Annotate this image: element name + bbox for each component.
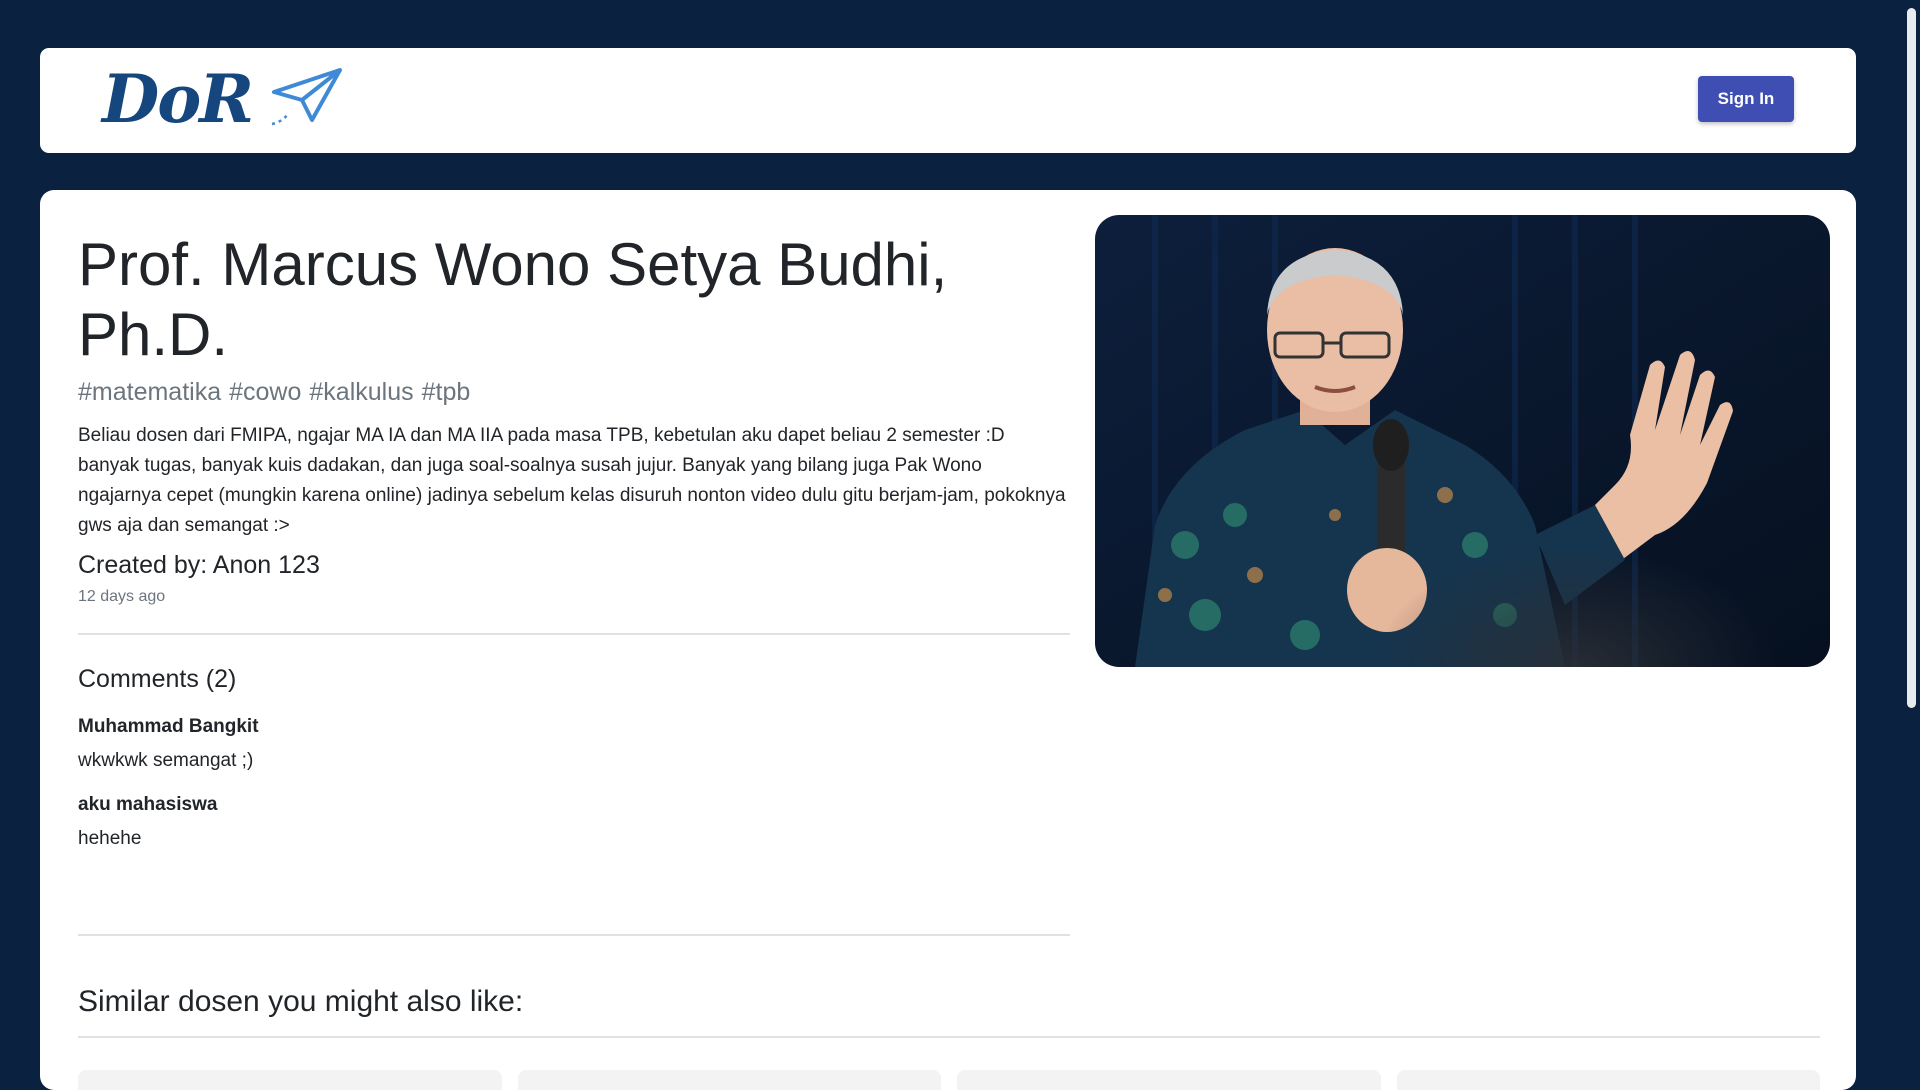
comment-text: wkwkwk semangat ;) <box>78 750 254 771</box>
dosen-photo <box>1095 215 1830 667</box>
page-scrollbar[interactable] <box>1902 0 1920 1080</box>
dosen-info: Prof. Marcus Wono Setya Budhi, Ph.D. #ma… <box>78 230 1068 606</box>
sign-in-button[interactable]: Sign In <box>1698 76 1794 122</box>
timestamp: 12 days ago <box>78 588 166 605</box>
scrollbar-thumb[interactable] <box>1907 8 1916 708</box>
logo-text: DoR <box>102 60 254 138</box>
divider <box>78 633 1070 635</box>
dosen-detail-card: Prof. Marcus Wono Setya Budhi, Ph.D. #ma… <box>40 190 1856 1090</box>
similar-dosen-list <box>78 1070 1820 1090</box>
logo[interactable]: DoR <box>102 66 344 132</box>
comment-author: Muhammad Bangkit <box>78 716 259 737</box>
similar-dosen-card[interactable] <box>1396 1070 1820 1090</box>
navbar: DoR Sign In <box>40 48 1856 153</box>
tag[interactable]: #cowo <box>229 378 301 407</box>
tag-list: #matematika #cowo #kalkulus #tpb <box>78 378 1068 407</box>
divider <box>78 1036 1820 1038</box>
created-by: Created by: Anon 123 <box>78 551 320 579</box>
comment-author: aku mahasiswa <box>78 794 218 815</box>
divider <box>78 934 1070 936</box>
comments-title: Comments (2) <box>78 665 237 693</box>
tag[interactable]: #tpb <box>422 378 471 407</box>
similar-section-title: Similar dosen you might also like: <box>78 985 524 1018</box>
comment-text: hehehe <box>78 828 142 849</box>
dosen-photo-illustration <box>1095 215 1830 667</box>
comments-section: Comments (2) Muhammad Bangkit wkwkwk sem… <box>78 665 1068 850</box>
dosen-name: Prof. Marcus Wono Setya Budhi, Ph.D. <box>78 231 948 368</box>
dosen-description: Beliau dosen dari FMIPA, ngajar MA IA da… <box>78 425 1066 536</box>
tag[interactable]: #kalkulus <box>309 378 413 407</box>
similar-dosen-card[interactable] <box>78 1070 502 1090</box>
tag[interactable]: #matematika <box>78 378 221 407</box>
paper-plane-icon <box>271 68 343 126</box>
similar-dosen-card[interactable] <box>957 1070 1381 1090</box>
similar-dosen-card[interactable] <box>517 1070 941 1090</box>
